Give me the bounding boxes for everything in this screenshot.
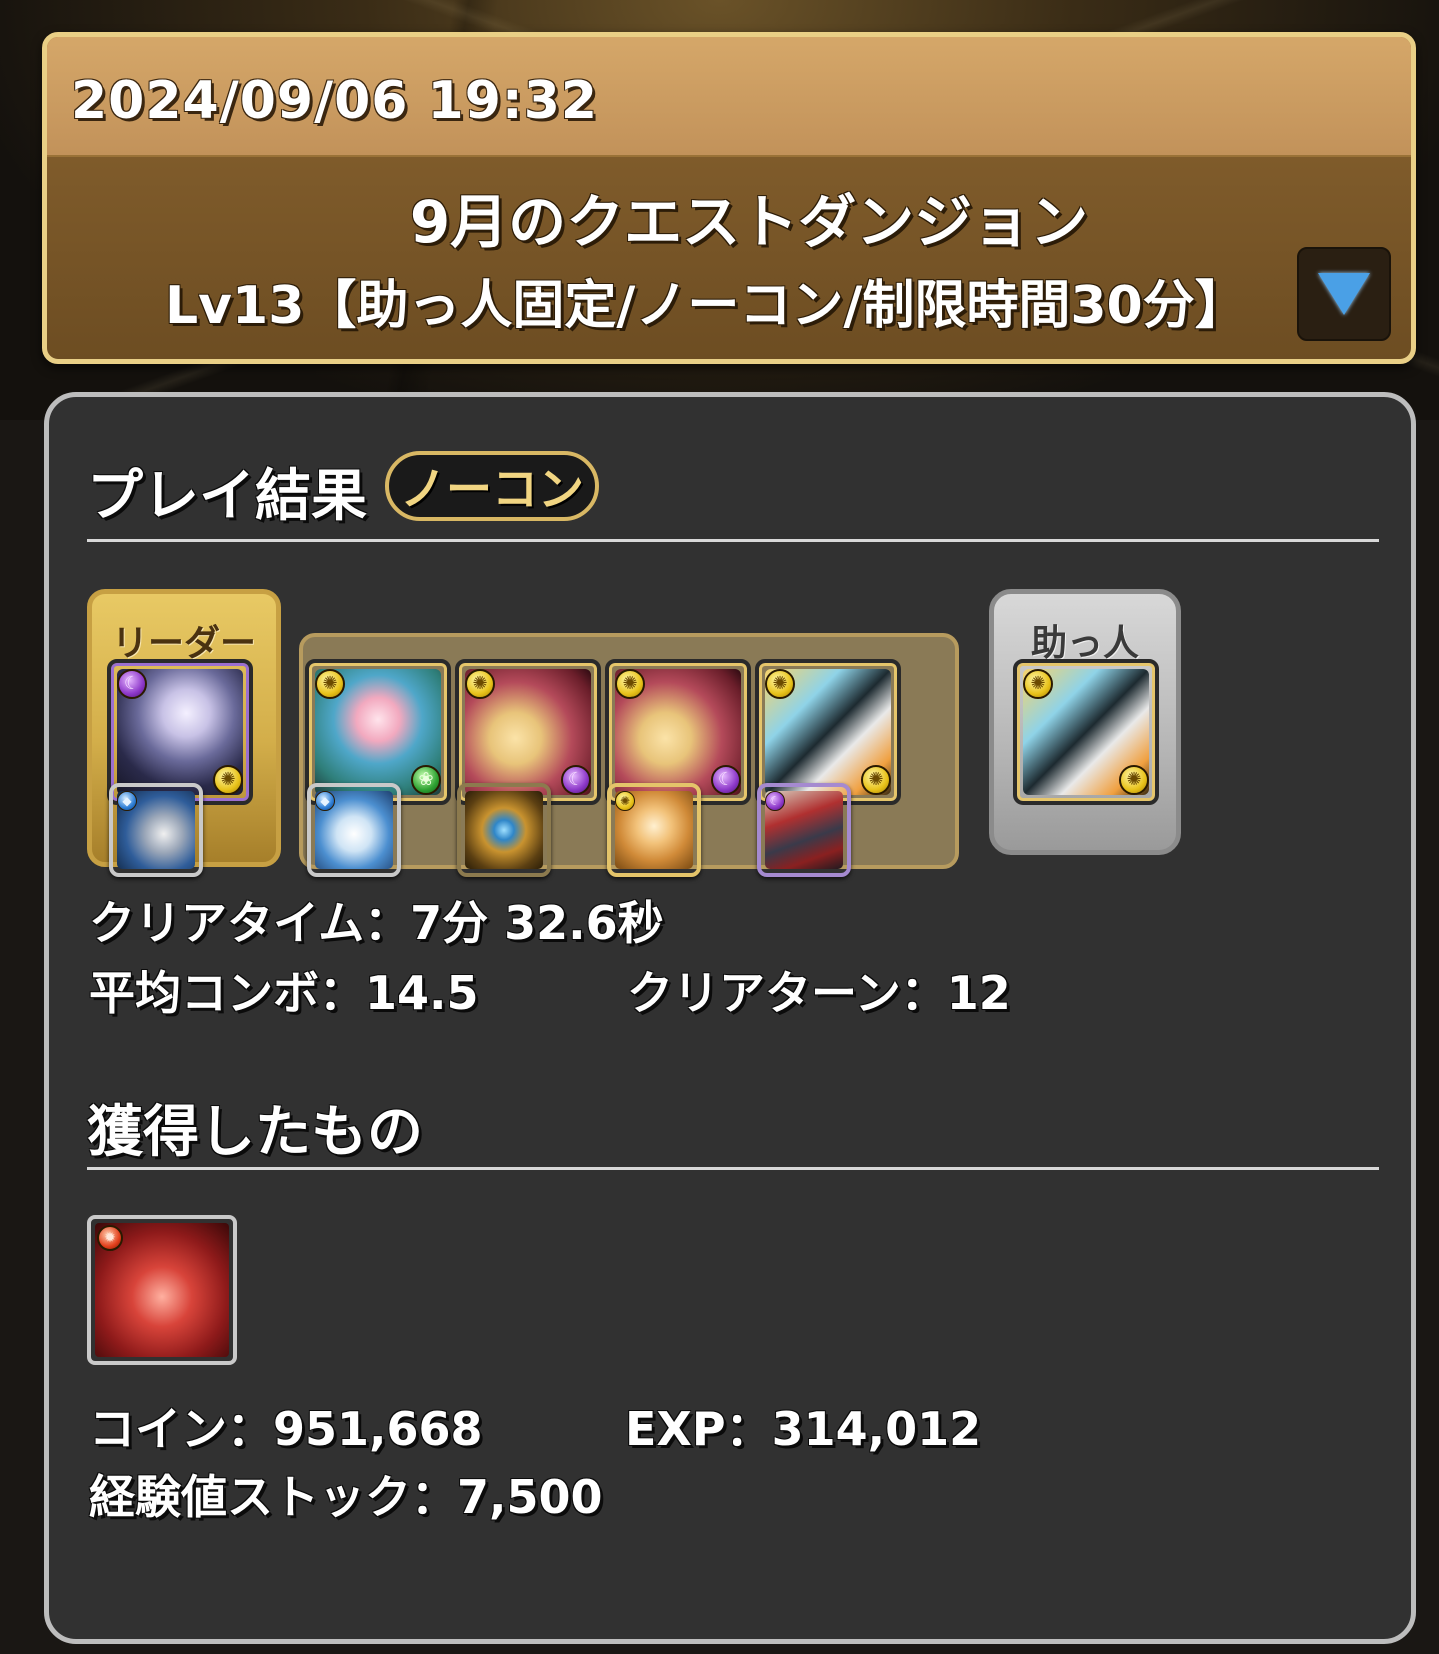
play-date: 2024/09/06 19:32 bbox=[71, 71, 599, 131]
dungeon-floor-name: Lv13【助っ人固定/ノーコン/制限時間30分】 bbox=[165, 276, 1247, 336]
sub-1-assist-card[interactable]: ◆ bbox=[307, 783, 401, 877]
light-orb-icon: ✺ bbox=[615, 791, 635, 811]
leader-assist-card[interactable]: ◆ bbox=[109, 783, 203, 877]
light-orb-icon: ✺ bbox=[1119, 765, 1149, 795]
exp-stock: 経験値ストック：7,500 bbox=[89, 1470, 603, 1524]
result-panel: プレイ結果 ノーコン リーダー ☾ ✺ ◆ ✺ ❀ ✺ ☾ ✺ ☾ ✺ ✺ ◆ bbox=[44, 392, 1416, 1644]
wood-orb-icon: ❀ bbox=[411, 765, 441, 795]
dark-orb-icon: ☾ bbox=[561, 765, 591, 795]
dark-orb-icon: ☾ bbox=[117, 669, 147, 699]
rewards-heading: 獲得したもの bbox=[87, 1100, 423, 1165]
sub-3-assist-card[interactable]: ✺ bbox=[607, 783, 701, 877]
dungeon-title: 9月のクエストダンジョン bbox=[409, 188, 1089, 256]
water-orb-icon: ◆ bbox=[117, 791, 137, 811]
drop-monster-card[interactable]: ✹ bbox=[87, 1215, 237, 1365]
helper-card[interactable]: ✺ ✺ bbox=[1013, 659, 1159, 805]
dark-orb-icon: ☾ bbox=[765, 791, 785, 811]
dark-orb-icon: ☾ bbox=[711, 765, 741, 795]
light-orb-icon: ✺ bbox=[315, 669, 345, 699]
light-orb-icon: ✺ bbox=[465, 669, 495, 699]
light-orb-icon: ✺ bbox=[213, 765, 243, 795]
dungeon-header: 2024/09/06 19:32 9月のクエストダンジョン Lv13【助っ人固定… bbox=[42, 32, 1416, 364]
sub-2-assist-card[interactable] bbox=[457, 783, 551, 877]
no-continue-badge: ノーコン bbox=[385, 451, 599, 521]
expand-button[interactable] bbox=[1297, 247, 1391, 341]
clear-turn: クリアターン：12 bbox=[627, 966, 1011, 1020]
sub-4-assist-card[interactable]: ☾ bbox=[757, 783, 851, 877]
light-orb-icon: ✺ bbox=[861, 765, 891, 795]
exp-reward: EXP：314,012 bbox=[625, 1402, 982, 1456]
light-orb-icon: ✺ bbox=[765, 669, 795, 699]
divider bbox=[87, 539, 1379, 542]
play-result-heading: プレイ結果 bbox=[87, 464, 367, 529]
header-date-bar: 2024/09/06 19:32 bbox=[47, 37, 1411, 157]
clear-time: クリアタイム：7分 32.6秒 bbox=[89, 896, 664, 950]
divider bbox=[87, 1167, 1379, 1170]
assist-portrait bbox=[465, 791, 543, 869]
average-combo: 平均コンボ：14.5 bbox=[89, 966, 479, 1020]
triangle-down-icon bbox=[1318, 273, 1370, 315]
light-orb-icon: ✺ bbox=[1023, 669, 1053, 699]
water-orb-icon: ◆ bbox=[315, 791, 335, 811]
coin-reward: コイン：951,668 bbox=[89, 1402, 483, 1456]
light-orb-icon: ✺ bbox=[615, 669, 645, 699]
fire-orb-icon: ✹ bbox=[97, 1225, 123, 1251]
